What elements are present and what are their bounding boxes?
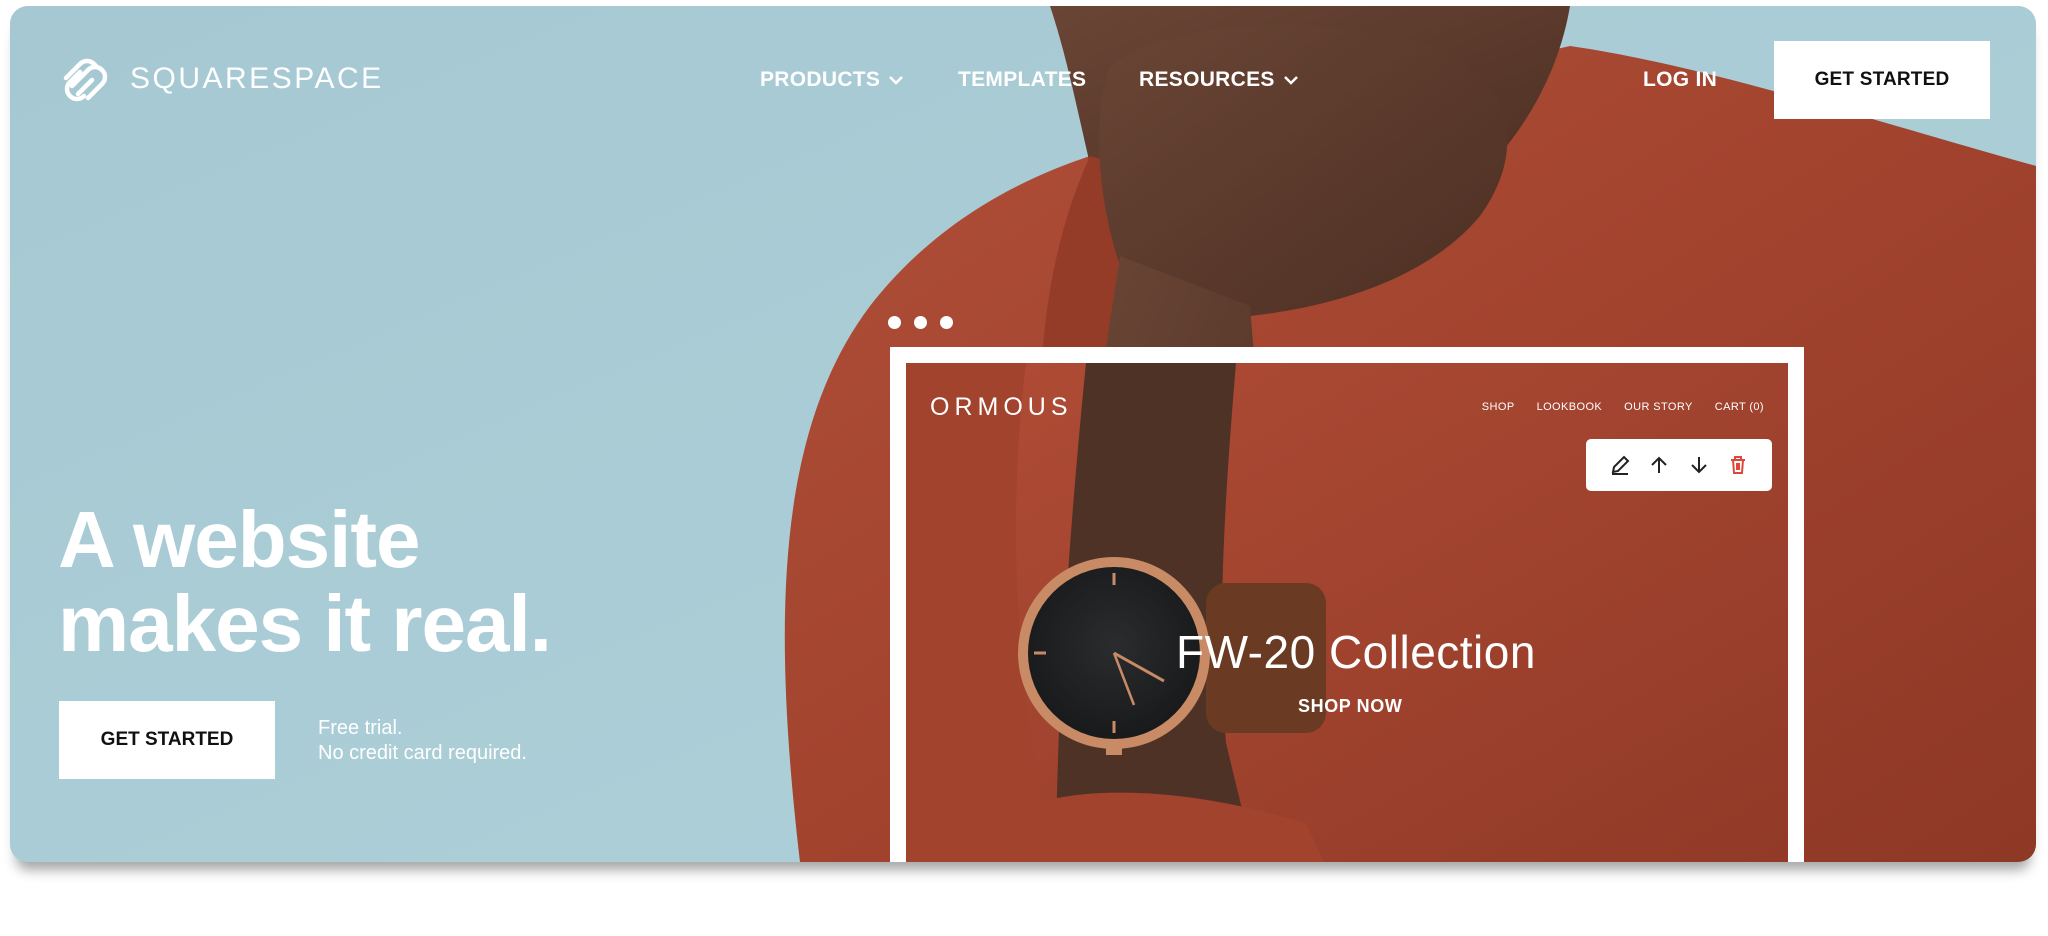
move-up-arrow-icon[interactable]: [1647, 453, 1671, 477]
header-get-started-button[interactable]: GET STARTED: [1774, 41, 1990, 119]
shop-now-link[interactable]: SHOP NOW: [1298, 696, 1402, 717]
squarespace-logo[interactable]: SQUARESPACE: [58, 56, 384, 102]
nav-resources-label: RESOURCES: [1139, 68, 1275, 91]
squarespace-logo-icon: [63, 58, 108, 102]
hero-headline: A website makes it real.: [58, 495, 552, 668]
headline-line-1: A website: [58, 495, 420, 584]
slide-dot[interactable]: [914, 316, 927, 329]
slide-dot[interactable]: [888, 316, 901, 329]
move-down-arrow-icon[interactable]: [1687, 453, 1711, 477]
preview-nav-item[interactable]: SHOP: [1482, 401, 1515, 413]
block-edit-toolbar: [1586, 439, 1772, 491]
headline-line-2: makes it real.: [58, 579, 552, 668]
nav-products-label: PRODUCTS: [760, 68, 881, 91]
brand-name: SQUARESPACE: [130, 62, 384, 95]
edit-pencil-icon[interactable]: [1608, 453, 1632, 477]
preview-site-logo: ORMOUS: [930, 393, 1073, 421]
nav-resources[interactable]: RESOURCES: [1139, 68, 1299, 92]
preview-photo: [906, 363, 1788, 862]
free-trial-note: Free trial. No credit card required.: [318, 716, 527, 766]
website-preview: ORMOUS SHOP LOOKBOOK OUR STORY CART (0): [906, 363, 1788, 862]
hero-section: SQUARESPACE PRODUCTS TEMPLATES RESOURCES…: [10, 6, 2036, 862]
preview-site-nav: SHOP LOOKBOOK OUR STORY CART (0): [1482, 401, 1764, 413]
free-trial-line-1: Free trial.: [318, 717, 403, 739]
preview-nav-item[interactable]: OUR STORY: [1624, 401, 1693, 413]
slide-indicator: [888, 316, 953, 329]
nav-templates[interactable]: TEMPLATES: [958, 68, 1086, 92]
preview-nav-item[interactable]: CART (0): [1715, 401, 1764, 413]
login-label: LOG IN: [1643, 68, 1718, 91]
website-preview-frame: ORMOUS SHOP LOOKBOOK OUR STORY CART (0): [890, 347, 1804, 862]
preview-nav-item[interactable]: LOOKBOOK: [1537, 401, 1603, 413]
nav-templates-label: TEMPLATES: [958, 68, 1087, 91]
collection-title: FW-20 Collection: [1176, 626, 1536, 678]
chevron-down-icon: [1283, 76, 1298, 85]
chevron-down-icon: [889, 76, 904, 85]
free-trial-line-2: No credit card required.: [318, 742, 527, 764]
hero-get-started-button[interactable]: GET STARTED: [59, 701, 275, 779]
slide-dot[interactable]: [940, 316, 953, 329]
nav-products[interactable]: PRODUCTS: [760, 68, 904, 92]
delete-trash-icon[interactable]: [1726, 453, 1750, 477]
login-link[interactable]: LOG IN: [1643, 68, 1717, 92]
